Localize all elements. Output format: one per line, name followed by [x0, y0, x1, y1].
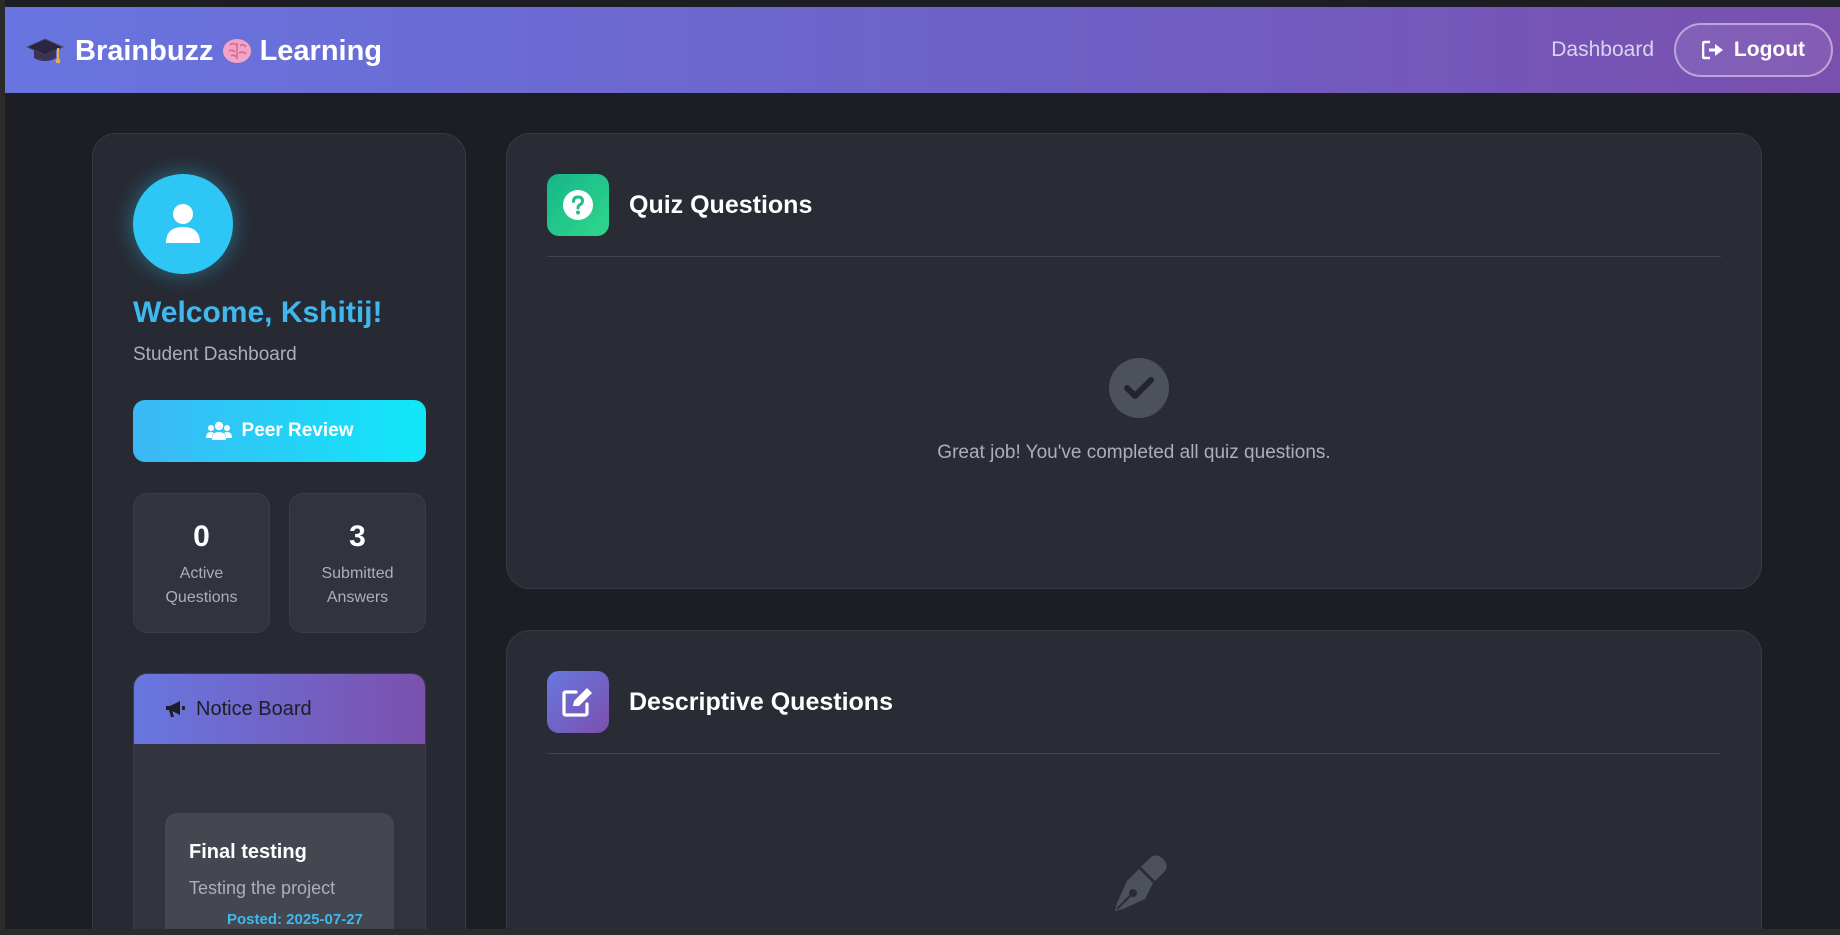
user-icon — [166, 204, 200, 243]
descriptive-questions-card: Descriptive Questions — [506, 630, 1762, 929]
logout-button[interactable]: Logout — [1674, 23, 1833, 77]
quiz-card-title: Quiz Questions — [629, 190, 813, 219]
peer-review-button[interactable]: Peer Review — [133, 400, 426, 462]
edit-icon — [562, 688, 592, 717]
stat-value: 3 — [349, 520, 366, 553]
fountain-pen-icon — [1115, 855, 1167, 911]
nav-dashboard-link[interactable]: Dashboard — [1551, 38, 1654, 62]
stat-submitted-answers: 3 Submitted Answers — [289, 493, 426, 633]
brain-icon — [222, 39, 251, 63]
sign-out-icon — [1701, 40, 1723, 60]
stat-value: 0 — [193, 520, 210, 553]
question-circle-icon — [563, 190, 593, 220]
brand[interactable]: Brainbuzz Learning — [25, 31, 382, 71]
stat-active-questions: 0 Active Questions — [133, 493, 270, 633]
app-viewport: Brainbuzz Learning Dashboard Logout Welc… — [5, 0, 1840, 929]
welcome-heading: Welcome, Kshitij! — [133, 296, 383, 329]
profile-sidebar: Welcome, Kshitij! Student Dashboard Peer… — [92, 133, 466, 929]
notice-board-title: Notice Board — [196, 697, 312, 720]
quiz-empty-message: Great job! You've completed all quiz que… — [937, 442, 1331, 463]
role-subtitle: Student Dashboard — [133, 344, 297, 365]
notice-body: Testing the project — [189, 878, 336, 898]
stat-label: Submitted Answers — [321, 565, 394, 606]
brand-suffix: Learning — [259, 34, 383, 67]
quiz-questions-card: Quiz Questions Great job! You've complet… — [506, 133, 1762, 589]
notice-date: Posted: 2025-07-27 — [227, 911, 363, 928]
notice-title: Final testing — [189, 841, 307, 863]
bullhorn-icon — [166, 701, 185, 717]
users-icon — [205, 421, 232, 440]
notice-board: Notice Board Final testing Testing the p… — [133, 673, 426, 929]
descriptive-card-icon — [547, 671, 609, 733]
stat-label: Active Questions — [165, 565, 238, 606]
notice-board-header: Notice Board — [134, 674, 425, 744]
divider — [547, 753, 1721, 754]
peer-review-label: Peer Review — [241, 420, 354, 441]
quiz-card-icon — [547, 174, 609, 236]
top-navbar: Brainbuzz Learning Dashboard Logout — [5, 7, 1840, 93]
logout-label: Logout — [1733, 38, 1806, 61]
avatar — [133, 174, 233, 274]
descriptive-card-title: Descriptive Questions — [629, 687, 893, 716]
brand-name: Brainbuzz — [75, 34, 214, 67]
graduation-cap-icon — [25, 38, 65, 64]
notice-item[interactable]: Final testing Testing the project Posted… — [165, 813, 394, 929]
divider — [547, 256, 1721, 257]
check-circle-icon — [1109, 358, 1169, 418]
